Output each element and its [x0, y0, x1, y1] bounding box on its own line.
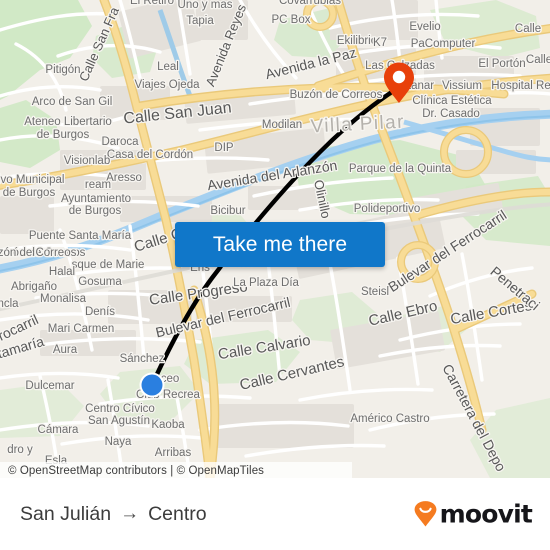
- arrow-right-icon: →: [120, 502, 140, 524]
- map-canvas[interactable]: Villa Pilar Calle San Fra Avenida Reyes Av…: [0, 0, 550, 478]
- map-attribution: © OpenStreetMap contributors | © OpenMap…: [0, 462, 352, 478]
- attribution-text: © OpenStreetMap contributors | © OpenMap…: [8, 464, 265, 477]
- map-screenshot: Villa Pilar Calle San Fra Avenida Reyes Av…: [0, 0, 550, 550]
- route-destination-label: Centro: [148, 502, 207, 525]
- footer-bar: San Julián → Centro moovit: [0, 478, 550, 550]
- moovit-pin-icon: [414, 501, 436, 527]
- origin-dot-marker[interactable]: [139, 372, 165, 398]
- pin-hole: [392, 70, 406, 84]
- take-me-there-button[interactable]: Take me there: [175, 222, 385, 267]
- route-summary: San Julián → Centro: [20, 503, 207, 526]
- moovit-logo: moovit: [413, 499, 533, 529]
- moovit-wordmark: moovit: [439, 499, 533, 529]
- route-origin-label: San Julián: [20, 502, 112, 525]
